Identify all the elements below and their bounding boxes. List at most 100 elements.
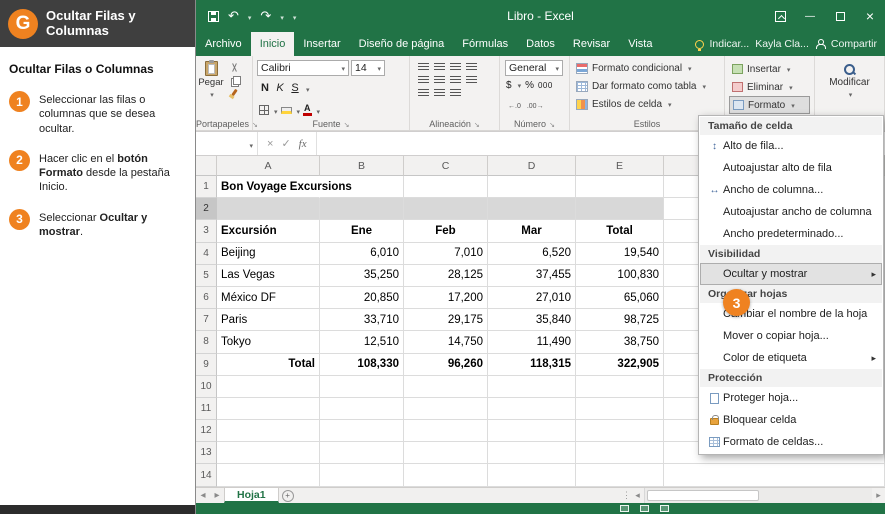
cell-C11[interactable] [404, 398, 488, 420]
align-top-icon[interactable] [418, 63, 429, 72]
cell-A1[interactable]: Bon Voyage Excursions [217, 176, 320, 198]
undo-icon[interactable] [228, 7, 239, 25]
format-button[interactable]: Formato [729, 96, 810, 114]
cell-D6[interactable]: 27,010 [488, 287, 576, 309]
col-header-E[interactable]: E [576, 156, 664, 176]
currency-caret-icon[interactable] [516, 80, 522, 91]
cell-A6[interactable]: México DF [217, 287, 320, 309]
increase-decimal-icon[interactable] [508, 95, 521, 113]
underline-button[interactable]: S [289, 82, 301, 94]
cell-C2[interactable] [404, 198, 488, 220]
cell-A9[interactable]: Total [217, 354, 320, 376]
cell-C1[interactable] [404, 176, 488, 198]
cell-C4[interactable]: 7,010 [404, 243, 488, 265]
cell-D2[interactable] [488, 198, 576, 220]
cell-E10[interactable] [576, 376, 664, 398]
cell-C7[interactable]: 29,175 [404, 309, 488, 331]
orientation-icon[interactable] [466, 63, 477, 72]
tab-formulas[interactable]: Fórmulas [453, 32, 517, 56]
tell-me-box[interactable]: Indicar... [710, 38, 750, 50]
fill-caret-icon[interactable] [295, 101, 301, 119]
cell-D11[interactable] [488, 398, 576, 420]
row-header-2[interactable]: 2 [196, 198, 217, 220]
col-header-D[interactable]: D [488, 156, 576, 176]
menu-item-bloquear-celda[interactable]: Bloquear celda [700, 409, 882, 431]
cell-E8[interactable]: 38,750 [576, 331, 664, 353]
row-header-6[interactable]: 6 [196, 287, 217, 309]
cell-C6[interactable]: 17,200 [404, 287, 488, 309]
align-middle-icon[interactable] [434, 63, 445, 72]
row-header-4[interactable]: 4 [196, 243, 217, 265]
menu-item-proteger-hoja[interactable]: Proteger hoja... [700, 387, 882, 409]
name-box[interactable] [196, 132, 258, 155]
cell-E13[interactable] [576, 442, 664, 464]
row-header-10[interactable]: 10 [196, 376, 217, 398]
cell-E1[interactable] [576, 176, 664, 198]
currency-icon[interactable]: $ [506, 80, 512, 91]
cell-A4[interactable]: Beijing [217, 243, 320, 265]
row-header-9[interactable]: 9 [196, 354, 217, 376]
save-icon[interactable] [208, 11, 219, 22]
row-header-5[interactable]: 5 [196, 265, 217, 287]
cell-B12[interactable] [320, 420, 404, 442]
tab-inicio[interactable]: Inicio [251, 32, 295, 56]
tab-vista[interactable]: Vista [619, 32, 661, 56]
font-size-select[interactable]: 14 [351, 60, 385, 76]
row-header-7[interactable]: 7 [196, 309, 217, 331]
col-header-B[interactable]: B [320, 156, 404, 176]
row-header-12[interactable]: 12 [196, 420, 217, 442]
dialog-launcher-icon[interactable] [471, 119, 480, 129]
cell-B7[interactable]: 33,710 [320, 309, 404, 331]
cell-D13[interactable] [488, 442, 576, 464]
font-color-icon[interactable] [303, 104, 312, 117]
dialog-launcher-icon[interactable] [341, 119, 350, 129]
tab-archivo[interactable]: Archivo [196, 32, 251, 56]
undo-caret-icon[interactable] [248, 7, 252, 25]
hscroll-left-icon[interactable] [631, 488, 644, 503]
conditional-formatting-button[interactable]: Formato condicional [570, 59, 724, 77]
wrap-text-icon[interactable] [466, 76, 477, 85]
tab-insertar[interactable]: Insertar [294, 32, 349, 56]
insert-function-icon[interactable] [299, 138, 307, 150]
cell-A14[interactable] [217, 464, 320, 486]
cell-C14[interactable] [404, 464, 488, 486]
page-layout-view-icon[interactable] [640, 505, 649, 512]
tab-revisar[interactable]: Revisar [564, 32, 619, 56]
hscroll-right-icon[interactable] [872, 488, 885, 503]
align-bottom-icon[interactable] [450, 63, 461, 72]
tab-diseno-de-pagina[interactable]: Diseño de página [350, 32, 454, 56]
cell-D9[interactable]: 118,315 [488, 354, 576, 376]
cell-B10[interactable] [320, 376, 404, 398]
menu-item-ancho-predeterminado[interactable]: Ancho predeterminado... [700, 223, 882, 245]
cell-B9[interactable]: 108,330 [320, 354, 404, 376]
menu-item-ancho-de-columna[interactable]: Ancho de columna... [700, 179, 882, 201]
page-break-view-icon[interactable] [660, 505, 669, 512]
cell-C9[interactable]: 96,260 [404, 354, 488, 376]
delete-cells-button[interactable]: Eliminar [729, 78, 810, 96]
enter-icon[interactable] [281, 137, 290, 150]
cancel-icon[interactable] [267, 138, 273, 150]
tab-splitter-icon[interactable] [622, 488, 631, 503]
cell-D10[interactable] [488, 376, 576, 398]
close-icon[interactable] [855, 0, 885, 32]
row-header-11[interactable]: 11 [196, 398, 217, 420]
menu-item-autoajustar-ancho-de-columna[interactable]: Autoajustar ancho de columna [700, 201, 882, 223]
cell-A13[interactable] [217, 442, 320, 464]
user-name[interactable]: Kayla Cla... [755, 38, 809, 50]
cell-D5[interactable]: 37,455 [488, 265, 576, 287]
grid-corner[interactable] [196, 156, 217, 176]
cell-A11[interactable] [217, 398, 320, 420]
cell-B13[interactable] [320, 442, 404, 464]
cell-E9[interactable]: 322,905 [576, 354, 664, 376]
cell-B4[interactable]: 6,010 [320, 243, 404, 265]
menu-item-color-de-etiqueta[interactable]: Color de etiqueta [700, 347, 882, 369]
menu-item-autoajustar-alto-de-fila[interactable]: Autoajustar alto de fila [700, 157, 882, 179]
cell-A10[interactable] [217, 376, 320, 398]
percent-icon[interactable]: % [525, 80, 534, 91]
cell-E7[interactable]: 98,725 [576, 309, 664, 331]
add-sheet-icon[interactable] [279, 488, 297, 503]
tab-datos[interactable]: Datos [517, 32, 564, 56]
menu-item-alto-de-fila[interactable]: Alto de fila... [700, 135, 882, 157]
cell-C12[interactable] [404, 420, 488, 442]
cell-C13[interactable] [404, 442, 488, 464]
